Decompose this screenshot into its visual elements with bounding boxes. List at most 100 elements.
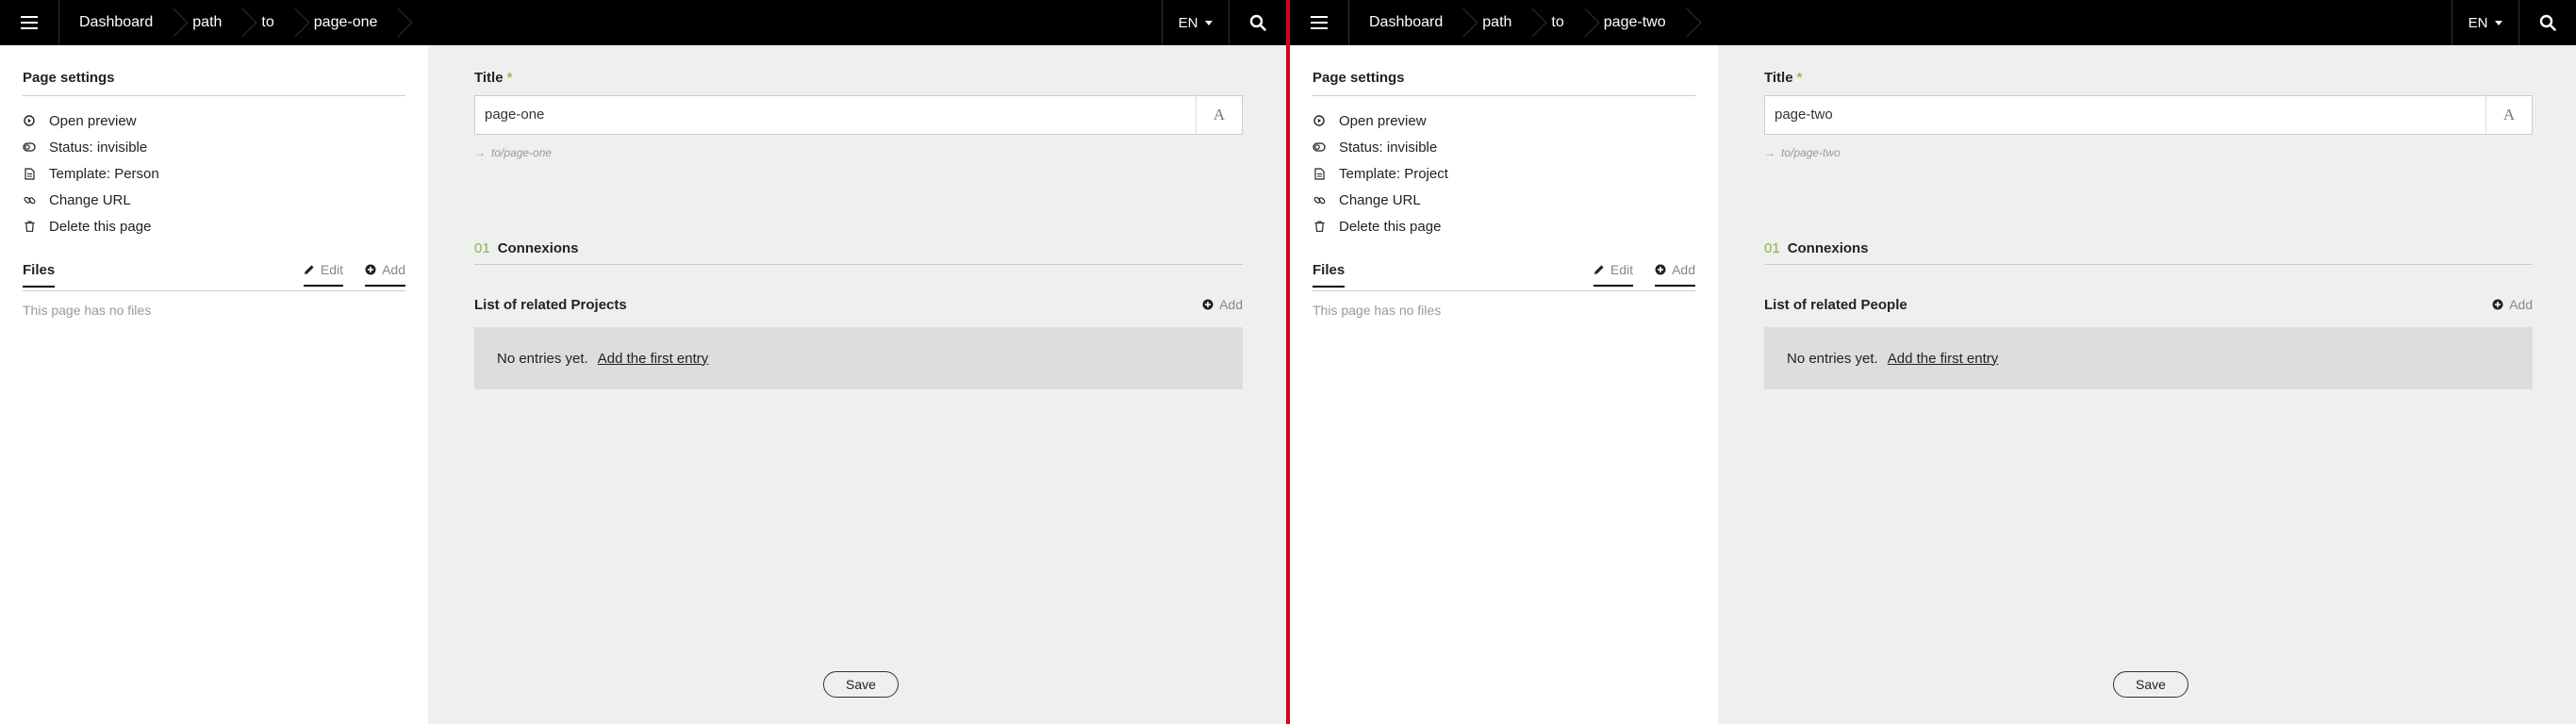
- files-edit-label: Edit: [1610, 262, 1633, 277]
- delete-page-label: Delete this page: [49, 218, 152, 235]
- empty-text: No entries yet.: [1787, 350, 1878, 367]
- open-preview-label: Open preview: [1339, 112, 1427, 129]
- breadcrumb-current[interactable]: page-one: [295, 0, 399, 45]
- connexions-label: Connexions: [1787, 240, 1869, 256]
- trash-icon: [23, 220, 36, 233]
- title-input[interactable]: [1765, 96, 2482, 132]
- breadcrumb-to[interactable]: to: [1532, 0, 1584, 45]
- template-label: Template: Person: [49, 165, 159, 182]
- delete-page-link[interactable]: Delete this page: [23, 213, 405, 239]
- change-url-link[interactable]: Change URL: [23, 187, 405, 213]
- related-list-title: List of related Projects: [474, 297, 627, 313]
- files-edit-label: Edit: [320, 262, 343, 277]
- files-add-label: Add: [1672, 262, 1695, 277]
- template-label: Template: Project: [1339, 165, 1448, 182]
- template-link[interactable]: Template: Person: [23, 160, 405, 187]
- empty-text: No entries yet.: [497, 350, 588, 367]
- breadcrumb-path[interactable]: path: [173, 0, 242, 45]
- menu-button[interactable]: [1290, 0, 1349, 45]
- search-button[interactable]: [1230, 0, 1286, 45]
- arrow-right-icon: →: [1764, 146, 1775, 159]
- related-list-header: List of related People Add: [1764, 297, 2533, 316]
- language-dropdown[interactable]: EN: [1162, 0, 1230, 45]
- files-edit-button[interactable]: Edit: [303, 262, 343, 287]
- toggle-icon: [1313, 140, 1326, 154]
- save-button[interactable]: Save: [823, 671, 899, 698]
- toggle-icon: [23, 140, 36, 154]
- change-url-link[interactable]: Change URL: [1313, 187, 1695, 213]
- required-marker: *: [1796, 70, 1803, 86]
- connexions-number: 01: [1764, 240, 1780, 256]
- change-url-label: Change URL: [49, 191, 131, 208]
- connexions-section-header: 01 Connexions: [1764, 240, 2533, 265]
- status-label: Status: invisible: [1339, 139, 1438, 156]
- slug-text: to/page-two: [1781, 146, 1841, 159]
- title-field-label: Title *: [1764, 70, 2533, 86]
- add-first-entry-link[interactable]: Add the first entry: [1888, 351, 1999, 367]
- menu-button[interactable]: [0, 0, 59, 45]
- breadcrumb: Dashboard path to page-one: [58, 0, 398, 45]
- files-empty-text: This page has no files: [1313, 303, 1442, 318]
- open-preview-label: Open preview: [49, 112, 137, 129]
- search-icon: [2539, 14, 2556, 31]
- play-circle-icon: [1313, 114, 1326, 127]
- breadcrumb-dashboard[interactable]: Dashboard: [1348, 0, 1463, 45]
- link-icon: [1313, 193, 1326, 206]
- page-settings-sidebar: Page settings Open preview Status: invis…: [0, 45, 428, 724]
- page-settings-title: Page settings: [1313, 70, 1695, 96]
- pencil-icon: [1593, 265, 1604, 274]
- related-add-label: Add: [2509, 297, 2533, 312]
- slug-hint: → to/page-two: [1764, 146, 2533, 159]
- delete-page-label: Delete this page: [1339, 218, 1442, 235]
- search-button[interactable]: [2519, 0, 2576, 45]
- breadcrumb-dashboard[interactable]: Dashboard: [58, 0, 173, 45]
- text-format-icon[interactable]: A: [2485, 96, 2532, 134]
- title-field: A: [1764, 95, 2533, 135]
- breadcrumb-to[interactable]: to: [242, 0, 294, 45]
- page-settings-title: Page settings: [23, 70, 405, 96]
- status-label: Status: invisible: [49, 139, 148, 156]
- caret-down-icon: [2495, 20, 2503, 25]
- files-empty-text: This page has no files: [23, 303, 152, 318]
- editor-pane-left: Dashboard path to page-one EN Page setti…: [0, 0, 1286, 724]
- files-title: Files: [1313, 262, 1346, 288]
- files-add-button[interactable]: Add: [1655, 262, 1695, 287]
- plus-circle-icon: [1655, 264, 1666, 275]
- related-add-label: Add: [1219, 297, 1243, 312]
- status-link[interactable]: Status: invisible: [1313, 134, 1695, 160]
- language-dropdown[interactable]: EN: [2452, 0, 2519, 45]
- hamburger-icon: [21, 16, 38, 29]
- breadcrumb-current[interactable]: page-two: [1585, 0, 1687, 45]
- change-url-label: Change URL: [1339, 191, 1421, 208]
- related-add-button[interactable]: Add: [1202, 297, 1243, 312]
- pencil-icon: [304, 265, 314, 274]
- editor-pane-right: Dashboard path to page-two EN Page setti…: [1290, 0, 2576, 724]
- files-add-label: Add: [382, 262, 405, 277]
- title-label-text: Title: [474, 70, 504, 86]
- add-first-entry-link[interactable]: Add the first entry: [598, 351, 709, 367]
- slug-text: to/page-one: [491, 146, 553, 159]
- files-header: Files Edit Add: [1313, 262, 1695, 291]
- files-header: Files Edit Add: [23, 262, 405, 291]
- connexions-label: Connexions: [497, 240, 579, 256]
- related-add-button[interactable]: Add: [2492, 297, 2533, 312]
- text-format-icon[interactable]: A: [1196, 96, 1242, 134]
- files-edit-button[interactable]: Edit: [1593, 262, 1633, 287]
- slug-hint: → to/page-one: [474, 146, 1243, 159]
- plus-circle-icon: [1202, 299, 1214, 310]
- top-bar: Dashboard path to page-one EN: [0, 0, 1286, 45]
- open-preview-link[interactable]: Open preview: [1313, 107, 1695, 134]
- breadcrumb-path[interactable]: path: [1463, 0, 1532, 45]
- title-input[interactable]: [475, 96, 1192, 132]
- page-settings-sidebar: Page settings Open preview Status: invis…: [1290, 45, 1718, 724]
- caret-down-icon: [1205, 20, 1214, 25]
- files-add-button[interactable]: Add: [365, 262, 405, 287]
- open-preview-link[interactable]: Open preview: [23, 107, 405, 134]
- page-editor: Title* A → to/page-one 01 Connexions List …: [428, 45, 1286, 724]
- play-circle-icon: [23, 114, 36, 127]
- delete-page-link[interactable]: Delete this page: [1313, 213, 1695, 239]
- status-link[interactable]: Status: invisible: [23, 134, 405, 160]
- related-list-header: List of related Projects Add: [474, 297, 1243, 316]
- save-button[interactable]: Save: [2113, 671, 2188, 698]
- template-link[interactable]: Template: Project: [1313, 160, 1695, 187]
